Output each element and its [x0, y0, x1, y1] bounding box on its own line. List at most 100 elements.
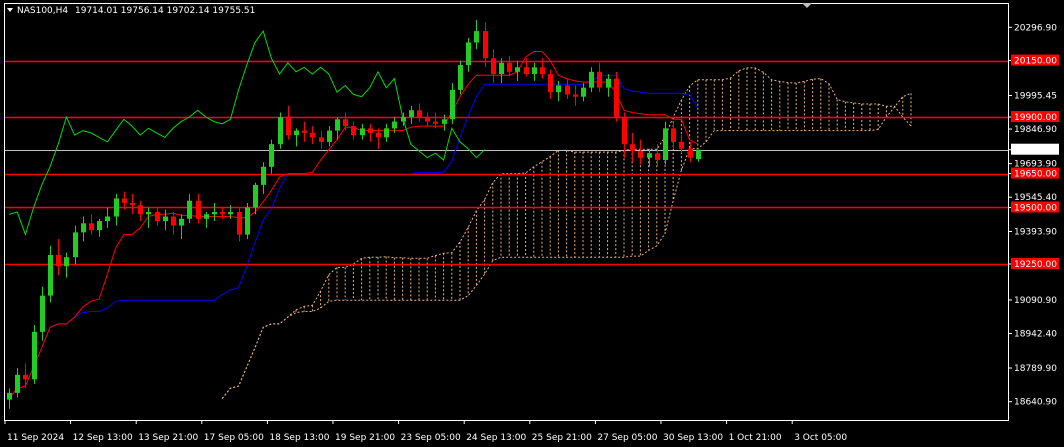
candle-body [278, 117, 283, 145]
candle-body [335, 119, 340, 131]
x-tick-label: 3 Oct 05:00 [794, 433, 847, 443]
candle-body [48, 254, 53, 296]
y-tick-label: 19393.90 [1014, 227, 1057, 237]
x-tick-label: 1 Oct 21:00 [729, 433, 782, 443]
x-tick-label: 11 Sep 2024 [7, 433, 64, 443]
candle-body [23, 374, 28, 380]
candle-body [409, 110, 414, 118]
y-tick-label: 19755.51 [1014, 146, 1057, 156]
candle-body [220, 212, 225, 215]
candle-body [597, 71, 602, 88]
candle-body [351, 126, 356, 136]
candle-body [565, 85, 570, 95]
x-tick-label: 24 Sep 13:00 [466, 433, 526, 443]
candle-body [360, 128, 365, 136]
candle-body [638, 150, 643, 158]
candle-body [212, 212, 217, 215]
x-tick-label: 27 Sep 05:00 [597, 433, 657, 443]
candle-body [253, 184, 258, 208]
candle-body [196, 200, 201, 219]
candle-body [589, 71, 594, 88]
y-tick-label: 19900.00 [1014, 113, 1057, 123]
candle-body [343, 119, 348, 127]
candle [614, 71, 619, 122]
y-tick-label: 19090.90 [1014, 296, 1057, 306]
y-tick-label: 19650.00 [1014, 170, 1057, 180]
y-tick-label: 20150.00 [1014, 57, 1057, 67]
candle-body [614, 78, 619, 118]
candle-body [163, 216, 168, 222]
candle-body [532, 67, 537, 75]
x-tick-label: 23 Sep 05:00 [401, 433, 461, 443]
candle-body [474, 31, 479, 43]
candle-body [237, 212, 242, 235]
candle-body [122, 198, 127, 203]
x-axis: 11 Sep 2024 12 Sep 13:00 13 Sep 21:00 17 Se… [4, 420, 847, 443]
candle-body [138, 205, 143, 215]
candle-body [450, 89, 455, 120]
y-tick-label: 18640.90 [1014, 398, 1057, 408]
candle-body [376, 132, 381, 138]
candle-body [573, 94, 578, 97]
candle-body [130, 202, 135, 206]
candle-body [491, 58, 496, 75]
candle-body [663, 128, 668, 160]
candle-body [417, 110, 422, 118]
candle-body [187, 200, 192, 219]
y-axis: 20296.90 20150.00 19995.45 19900.00 19846.90… [1008, 23, 1059, 408]
candle-body [401, 117, 406, 122]
y-tick-label: 18789.90 [1014, 364, 1057, 374]
candle-body [15, 374, 20, 393]
candle-body [442, 119, 447, 124]
y-tick-label: 19250.00 [1014, 260, 1057, 270]
candle-body [286, 117, 291, 136]
x-tick-label: 18 Sep 13:00 [269, 433, 329, 443]
candle-body [56, 254, 61, 267]
candle-body [7, 392, 12, 400]
symbol-label: NAS100,H4 [17, 6, 68, 16]
candle-body [679, 141, 684, 149]
candle-body [688, 148, 693, 158]
candle-body [499, 62, 504, 75]
price-chart: 20296.90 20150.00 19995.45 19900.00 19846.90… [4, 3, 1059, 443]
candle-body [458, 65, 463, 90]
y-tick-label: 19995.45 [1014, 91, 1057, 101]
candle-body [507, 62, 512, 72]
candle-body [630, 144, 635, 151]
candle-body [105, 216, 110, 222]
candle-body [89, 223, 94, 231]
candle-body [73, 232, 78, 258]
candle-body [368, 128, 373, 133]
candle-body [556, 85, 561, 93]
candle-body [294, 130, 299, 136]
candle-body [32, 331, 37, 380]
candle [458, 60, 463, 95]
ohlc-readout: 19714.01 19756.14 19702.14 19755.51 [75, 6, 255, 16]
x-tick-label: 19 Sep 21:00 [335, 433, 395, 443]
candle-body [425, 117, 430, 122]
candle-body [261, 166, 266, 185]
candle-body [245, 207, 250, 235]
x-tick-label: 17 Sep 05:00 [204, 433, 264, 443]
candle-body [622, 117, 627, 145]
y-tick-label: 20296.90 [1014, 23, 1057, 33]
candle-body [155, 212, 160, 222]
chart-header: NAS100,H4 19714.01 19756.14 19702.14 197… [7, 6, 255, 16]
candle-body [64, 257, 69, 267]
x-tick-label: 13 Sep 21:00 [138, 433, 198, 443]
candle-body [302, 130, 307, 133]
candle-body [81, 223, 86, 233]
candle-body [97, 221, 102, 231]
x-tick-label: 12 Sep 13:00 [73, 433, 133, 443]
candle-body [384, 128, 389, 138]
candle-body [310, 132, 315, 138]
candle-body [581, 87, 586, 97]
candle-body [146, 212, 151, 215]
y-tick-label: 19846.90 [1014, 125, 1057, 135]
y-tick-label: 19500.00 [1014, 203, 1057, 213]
x-tick-label: 30 Sep 13:00 [663, 433, 723, 443]
x-tick-label: 25 Sep 21:00 [532, 433, 592, 443]
candle-body [40, 295, 45, 332]
candle-body [327, 130, 332, 142]
candle-body [319, 137, 324, 142]
